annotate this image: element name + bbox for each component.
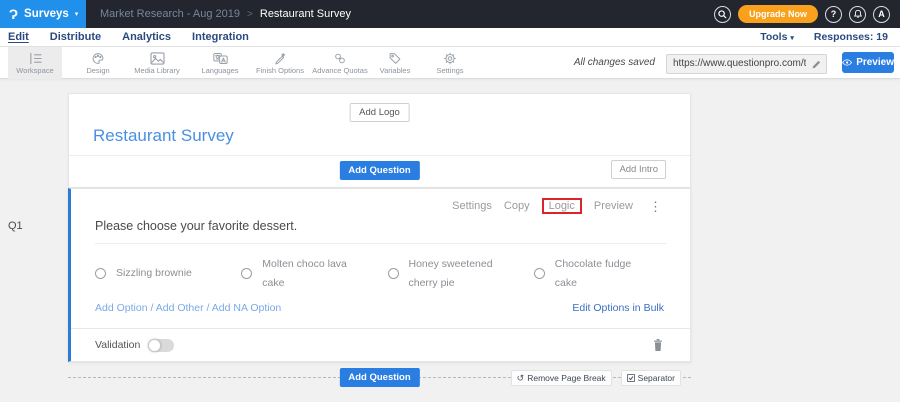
page-break-icon: ↺ [517,374,525,383]
help-button[interactable]: ? [825,6,842,23]
survey-header-card: Add Logo Restaurant Survey Add Question … [68,93,691,188]
translate-icon [213,52,228,65]
workspace-icon [28,52,43,65]
answer-options: Sizzling brownie Molten choco lava cake … [95,255,680,293]
delete-question-button[interactable] [652,338,664,352]
surveys-menu[interactable]: Ɂ Surveys ▾ [0,0,86,28]
breadcrumb-parent[interactable]: Market Research - Aug 2019 [100,8,240,20]
more-options-icon[interactable]: ⋮ [649,200,662,213]
header-divider [69,155,690,156]
add-intro-button[interactable]: Add Intro [611,160,666,179]
edit-url-button[interactable] [811,57,822,75]
tools-menu[interactable]: Tools ▾ [760,31,794,43]
eye-icon [842,58,852,67]
question-copy-action[interactable]: Copy [504,200,530,212]
upgrade-now-button[interactable]: Upgrade Now [738,5,818,23]
chevron-down-icon: ▾ [75,10,79,18]
page-break-controls: ↺ Remove Page Break Separator [511,370,681,386]
toolbar-languages[interactable]: Languages [190,47,250,79]
toggle-knob [148,339,161,352]
tab-integration[interactable]: Integration [192,31,249,43]
add-other-link[interactable]: Add Other [156,302,204,314]
question-actions: Settings Copy Logic Preview ⋮ [452,198,662,214]
toolbar-variables[interactable]: Variables [368,47,422,79]
editor-toolbar: Workspace Design Media Library Languages… [0,47,900,79]
radio-icon[interactable] [95,268,106,279]
question-preview-action[interactable]: Preview [594,200,633,212]
top-bar: Ɂ Surveys ▾ Market Research - Aug 2019 >… [0,0,900,28]
answer-option-2[interactable]: Molten choco lava cake [241,255,387,293]
add-logo-button[interactable]: Add Logo [349,103,410,122]
breadcrumb-separator: > [247,9,253,20]
main-nav: Edit Distribute Analytics Integration To… [0,28,900,47]
question-number: Q1 [8,220,23,232]
autosave-status: All changes saved [574,57,655,68]
search-icon [718,10,727,19]
validation-label: Validation [95,339,140,351]
add-question-button[interactable]: Add Question [339,161,419,180]
notifications-button[interactable] [849,6,866,23]
remove-page-break-button[interactable]: ↺ Remove Page Break [511,370,612,386]
palette-icon [91,52,105,65]
validation-toggle[interactable] [148,339,174,352]
pen-icon [273,52,287,65]
surveys-menu-label: Surveys [24,8,69,20]
add-option-link[interactable]: Add Option [95,302,148,314]
toolbar-settings[interactable]: Settings [424,47,476,79]
radio-icon[interactable] [241,268,252,279]
question-text[interactable]: Please choose your favorite dessert. [95,219,297,233]
responses-count[interactable]: Responses: 19 [814,31,888,43]
tab-edit[interactable]: Edit [8,31,29,43]
add-na-option-link[interactable]: Add NA Option [212,302,281,314]
chevron-down-icon: ▾ [790,35,794,42]
pencil-icon [811,59,822,70]
answer-option-1[interactable]: Sizzling brownie [95,255,241,293]
question-settings-action[interactable]: Settings [452,200,492,212]
breadcrumb: Market Research - Aug 2019 > Restaurant … [100,8,351,20]
gear-icon [443,52,457,65]
toolbar-media-library[interactable]: Media Library [122,47,192,79]
breadcrumb-current: Restaurant Survey [260,8,351,20]
questionpro-logo-icon: Ɂ [9,7,18,21]
toolbar-workspace[interactable]: Workspace [8,47,62,79]
tab-analytics[interactable]: Analytics [122,31,171,43]
toolbar-design[interactable]: Design [70,47,126,79]
separator-toggle[interactable]: Separator [621,370,681,386]
trash-icon [652,338,664,352]
answer-option-3[interactable]: Honey sweetened cherry pie [388,255,534,293]
tab-distribute[interactable]: Distribute [50,31,101,43]
survey-title[interactable]: Restaurant Survey [93,126,234,146]
question-footer: Validation [71,328,690,361]
radio-icon[interactable] [388,268,399,279]
search-button[interactable] [714,6,731,23]
answer-option-4[interactable]: Chocolate fudge cake [534,255,680,293]
question-logic-action[interactable]: Logic [542,198,582,214]
checkbox-checked-icon [627,374,635,382]
preview-button[interactable]: Preview [842,52,894,73]
image-icon [150,52,165,65]
bell-icon [853,9,863,19]
tag-icon [388,52,402,65]
account-avatar[interactable]: A [873,6,890,23]
topbar-actions: Upgrade Now ? A [714,5,890,23]
question-card: Settings Copy Logic Preview ⋮ Please cho… [68,188,691,362]
edit-options-in-bulk-link[interactable]: Edit Options in Bulk [572,302,664,314]
page-break-row: Add Question ↺ Remove Page Break Separat… [68,368,691,387]
survey-url-input[interactable] [666,54,827,74]
questionpro-survey-editor: Ɂ Surveys ▾ Market Research - Aug 2019 >… [0,0,900,402]
nav-right: Tools ▾ Responses: 19 [760,31,888,43]
option-links: Add Option / Add Other / Add NA Option [95,302,281,314]
survey-url-field [666,53,827,73]
radio-icon[interactable] [534,268,545,279]
add-question-button-bottom[interactable]: Add Question [339,368,419,387]
chain-links-icon [333,52,347,65]
question-text-underline [95,243,666,244]
